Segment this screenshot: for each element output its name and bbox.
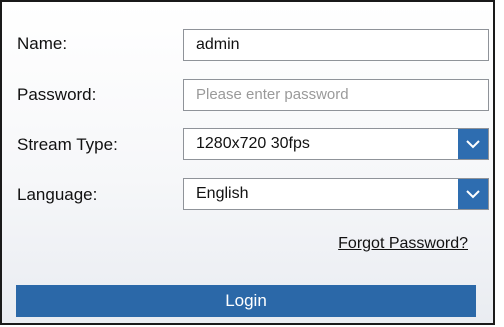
language-select[interactable]: English xyxy=(183,178,489,210)
language-dropdown-button[interactable] xyxy=(458,179,488,209)
stream-type-value: 1280x720 30fps xyxy=(196,135,310,152)
name-label: Name: xyxy=(17,34,68,53)
password-label: Password: xyxy=(17,85,97,104)
language-label: Language: xyxy=(17,185,98,204)
name-input[interactable] xyxy=(184,30,488,60)
chevron-down-icon xyxy=(466,190,480,199)
password-field-box xyxy=(183,79,489,111)
login-panel: Name: Password: Stream Type: 1280x720 30… xyxy=(0,0,495,325)
chevron-down-icon xyxy=(466,140,480,149)
language-value: English xyxy=(196,185,249,202)
password-input[interactable] xyxy=(184,80,488,110)
forgot-password-link[interactable]: Forgot Password? xyxy=(338,235,468,253)
stream-type-select[interactable]: 1280x720 30fps xyxy=(183,128,489,160)
login-button[interactable]: Login xyxy=(16,285,476,317)
stream-type-label: Stream Type: xyxy=(17,135,118,154)
name-field-box xyxy=(183,29,489,61)
stream-type-dropdown-button[interactable] xyxy=(458,129,488,159)
